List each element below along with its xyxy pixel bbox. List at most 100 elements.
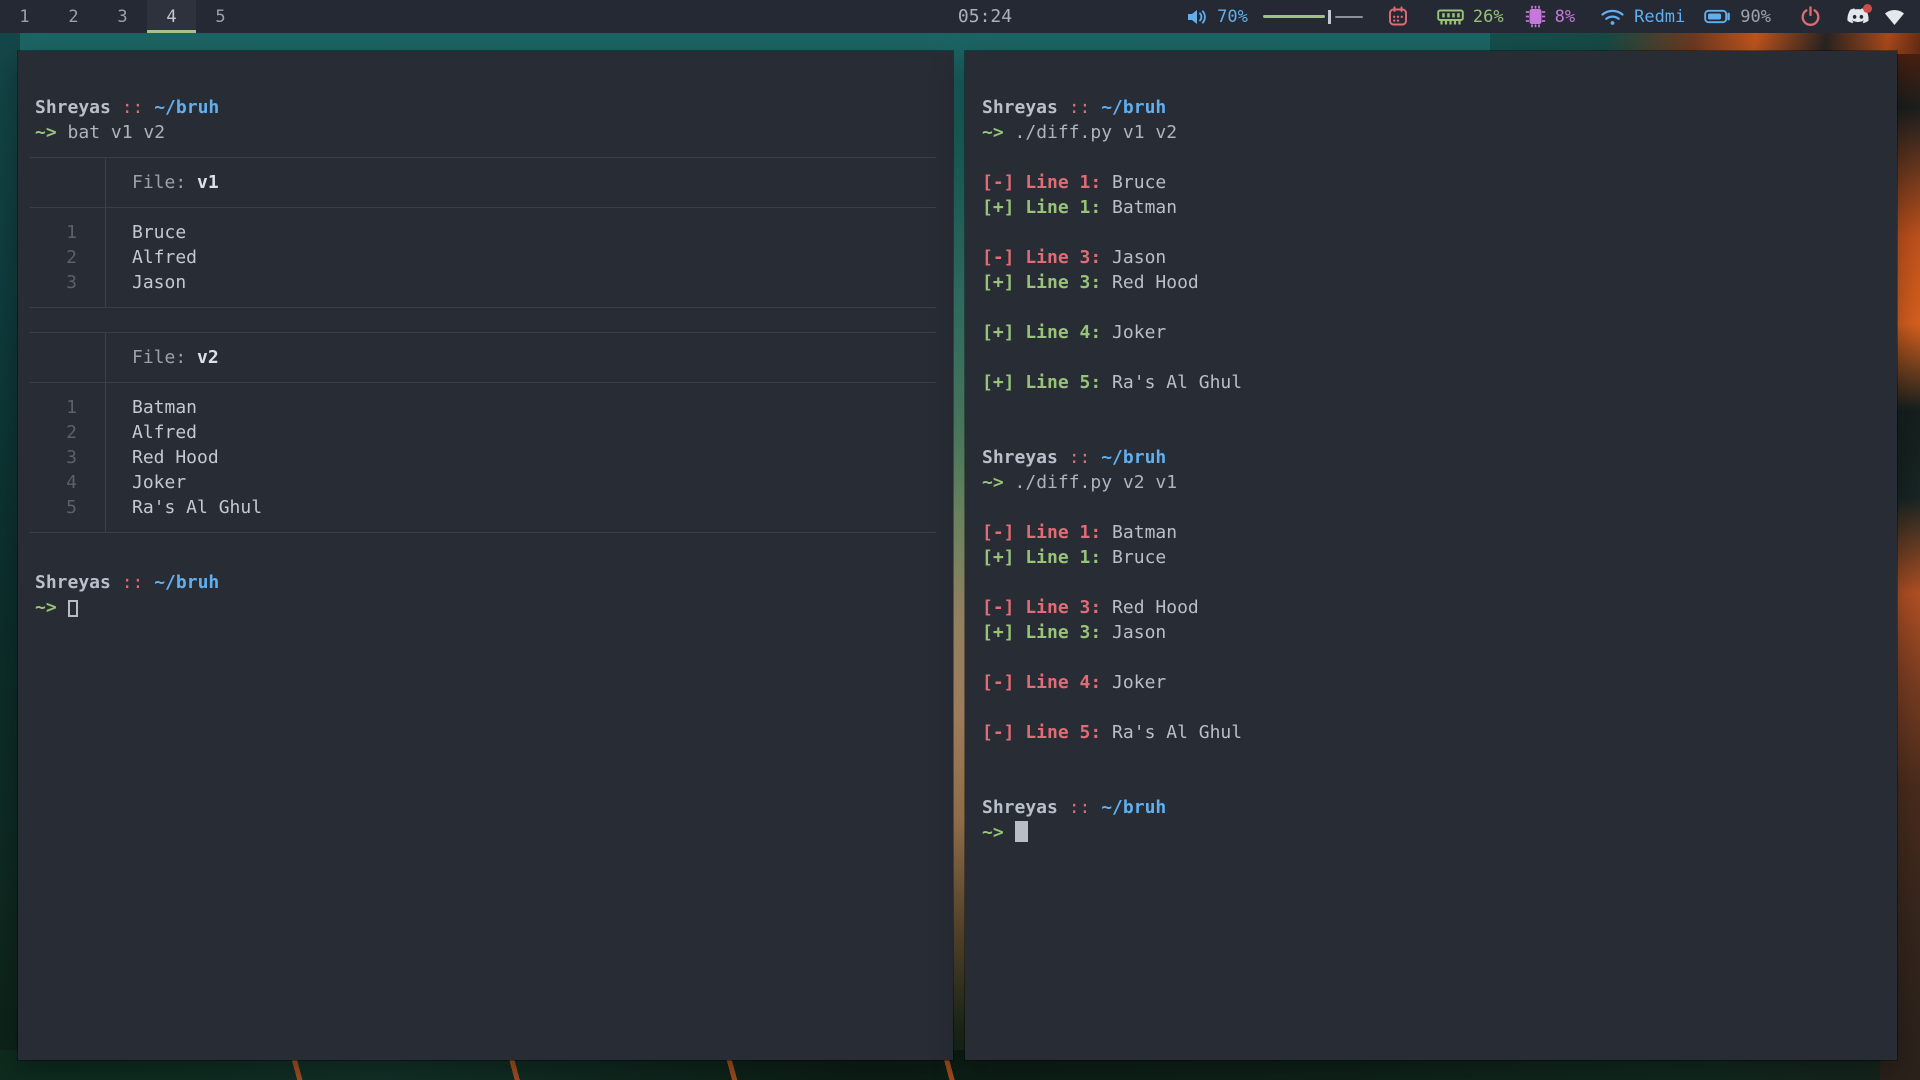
- bat-gutter: [35, 170, 105, 195]
- terminal-line: Shreyas :: ~/bruh: [982, 795, 1880, 820]
- bat-line-number: 3: [35, 270, 105, 295]
- prompt-user: Shreyas: [35, 572, 111, 593]
- prompt-cwd: ~/bruh: [1101, 797, 1166, 818]
- cpu-chip-icon: [1525, 5, 1546, 28]
- diff-line: [-] Line 5: Ra's Al Ghul: [982, 720, 1880, 745]
- battery-percent: 90%: [1740, 7, 1771, 27]
- prompt-cwd: ~/bruh: [154, 572, 219, 593]
- workspace-button-2[interactable]: 2: [49, 0, 98, 33]
- bat-file-title: File: v1: [105, 170, 219, 195]
- prompt-separator: ::: [111, 97, 154, 118]
- diff-line: [+] Line 3: Jason: [982, 620, 1880, 645]
- bat-line-text: Joker: [105, 470, 186, 495]
- diff-marker: [-] Line 4:: [982, 672, 1101, 693]
- clock: 05:24: [958, 0, 1012, 33]
- terminal-line: Shreyas :: ~/bruh: [982, 445, 1880, 470]
- fan-icon[interactable]: [1883, 8, 1906, 26]
- prompt-user: Shreyas: [982, 447, 1058, 468]
- volume-slider[interactable]: [1263, 9, 1363, 25]
- bat-content-line: 2Alfred: [35, 245, 936, 270]
- cpu-module: 8%: [1525, 5, 1575, 28]
- diff-marker: [-] Line 1:: [982, 172, 1101, 193]
- volume-slider-handle[interactable]: [1328, 10, 1331, 24]
- terminal-line: ~>: [35, 595, 936, 620]
- diff-line: [-] Line 4: Joker: [982, 670, 1880, 695]
- bat-line-number: 4: [35, 470, 105, 495]
- workspace-button-4[interactable]: 4: [147, 0, 196, 33]
- diff-marker: [-] Line 1:: [982, 522, 1101, 543]
- diff-line: [+] Line 4: Joker: [982, 320, 1880, 345]
- terminal-line: [982, 345, 1880, 370]
- bat-rule: [35, 195, 936, 220]
- workspace-button-5[interactable]: 5: [196, 0, 245, 33]
- calendar-icon[interactable]: [1388, 6, 1408, 27]
- notification-dot: [1863, 4, 1872, 13]
- status-bar: 12345 05:24 70% 26%: [0, 0, 1920, 33]
- bat-line-text: Bruce: [105, 220, 186, 245]
- power-icon[interactable]: [1800, 6, 1821, 27]
- workspace-button-3[interactable]: 3: [98, 0, 147, 33]
- discord-icon[interactable]: [1846, 7, 1870, 26]
- battery-icon: [1704, 8, 1731, 25]
- terminal-line: [982, 420, 1880, 445]
- diff-marker: [+] Line 4:: [982, 322, 1101, 343]
- prompt-separator: ::: [1058, 797, 1101, 818]
- bat-file-title: File: v2: [105, 345, 219, 370]
- bat-content-line: 1Bruce: [35, 220, 936, 245]
- memory-module: 26%: [1437, 7, 1504, 27]
- terminal-cursor: [68, 600, 78, 617]
- bat-line-text: Red Hood: [105, 445, 219, 470]
- left-terminal-content: Shreyas :: ~/bruh~> bat v1 v2File: v11Br…: [18, 51, 953, 620]
- prompt-user: Shreyas: [35, 97, 111, 118]
- terminal-line: ~>: [982, 820, 1880, 845]
- cpu-percent: 8%: [1555, 7, 1575, 27]
- bat-file-name: v1: [197, 172, 219, 193]
- terminal-line: [982, 770, 1880, 795]
- volume-percent: 70%: [1217, 7, 1248, 27]
- terminal-line: [982, 745, 1880, 770]
- diff-value: Bruce: [1101, 172, 1166, 193]
- diff-marker: [-] Line 3:: [982, 597, 1101, 618]
- terminal-line: ~> ./diff.py v1 v2: [982, 120, 1880, 145]
- terminal-line: [982, 645, 1880, 670]
- bat-rule: [35, 520, 936, 545]
- diff-value: Bruce: [1101, 547, 1166, 568]
- bat-content-line: 4Joker: [35, 470, 936, 495]
- bat-rule: [35, 370, 936, 395]
- right-terminal-window[interactable]: Shreyas :: ~/bruh ~> ./diff.py v1 v2 [-] …: [965, 51, 1897, 1060]
- bat-content-line: 3Red Hood: [35, 445, 936, 470]
- network-module[interactable]: Redmi: [1600, 7, 1685, 27]
- diff-value: Red Hood: [1101, 272, 1199, 293]
- terminal-line: [982, 220, 1880, 245]
- prompt-user: Shreyas: [982, 97, 1058, 118]
- prompt-cwd: ~/bruh: [1101, 447, 1166, 468]
- prompt-arrow: ~>: [982, 122, 1004, 143]
- bat-line-number: 2: [35, 245, 105, 270]
- prompt-arrow: ~>: [982, 472, 1004, 493]
- diff-line: [+] Line 5: Ra's Al Ghul: [982, 370, 1880, 395]
- prompt-separator: ::: [1058, 447, 1101, 468]
- volume-module: 70%: [1186, 7, 1363, 27]
- left-terminal-window[interactable]: Shreyas :: ~/bruh~> bat v1 v2File: v11Br…: [18, 51, 953, 1060]
- diff-line: [-] Line 3: Red Hood: [982, 595, 1880, 620]
- bat-line-text: Ra's Al Ghul: [105, 495, 262, 520]
- battery-module: 90%: [1704, 7, 1771, 27]
- command-text: bat v1 v2: [57, 122, 165, 143]
- volume-slider-fill: [1263, 15, 1325, 18]
- bat-line-number: 1: [35, 220, 105, 245]
- diff-value: Red Hood: [1101, 597, 1199, 618]
- diff-value: Jason: [1101, 247, 1166, 268]
- terminal-line: ~> ./diff.py v2 v1: [982, 470, 1880, 495]
- speaker-icon: [1186, 7, 1208, 27]
- ram-icon: [1437, 7, 1464, 26]
- bat-line-number: 2: [35, 420, 105, 445]
- prompt-user: Shreyas: [982, 797, 1058, 818]
- volume-slider-track: [1335, 16, 1363, 19]
- workspace-button-1[interactable]: 1: [0, 0, 49, 33]
- bat-file-header: File: v2: [35, 345, 936, 370]
- diff-value: Batman: [1101, 197, 1177, 218]
- diff-marker: [+] Line 3:: [982, 272, 1101, 293]
- prompt-separator: ::: [111, 572, 154, 593]
- bat-line-number: 3: [35, 445, 105, 470]
- terminal-line: [982, 695, 1880, 720]
